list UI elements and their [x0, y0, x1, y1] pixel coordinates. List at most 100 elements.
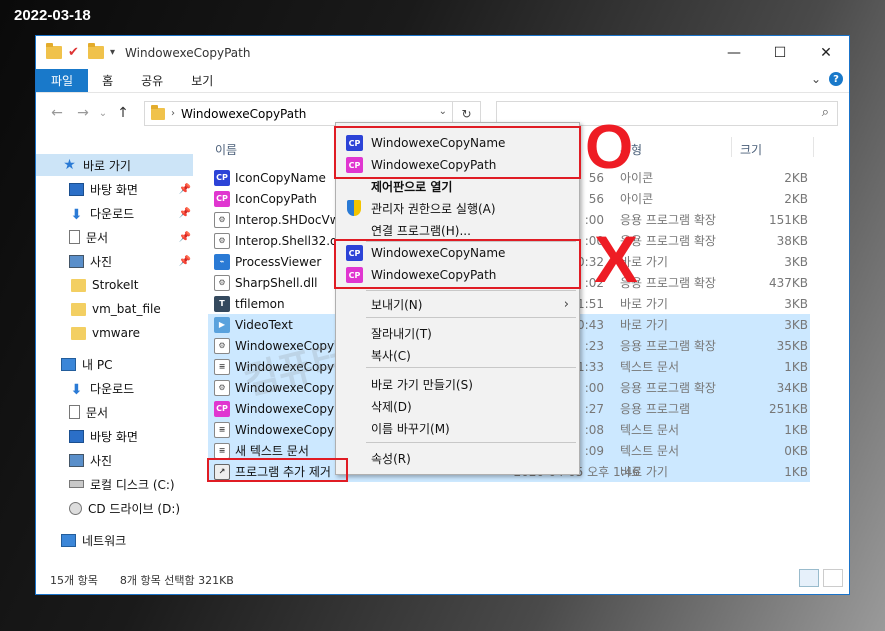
- cd-icon: [69, 501, 82, 515]
- expand-ribbon-icon[interactable]: ⌄: [811, 72, 821, 86]
- menu-item-open-with[interactable]: 연결 프로그램(H)...: [336, 219, 579, 241]
- close-button[interactable]: ✕: [803, 36, 849, 69]
- nav-item-label: 네트워크: [82, 533, 127, 548]
- network-icon: [61, 533, 76, 547]
- maximize-button[interactable]: ☐: [757, 36, 803, 69]
- correct-mark: O: [585, 113, 634, 182]
- nav-item-local-disk[interactable]: 로컬 디스크 (C:): [69, 473, 175, 495]
- nav-item-documents[interactable]: 문서 📌: [69, 226, 193, 248]
- file-size: 38KB: [776, 233, 808, 248]
- folder-icon: [71, 302, 86, 316]
- menu-item-send-to[interactable]: 보내기(N) ›: [336, 293, 579, 315]
- menu-item-label: 관리자 권한으로 실행(A): [371, 201, 496, 216]
- file-size: 437KB: [768, 275, 808, 290]
- menu-item-delete[interactable]: 삭제(D): [336, 395, 579, 417]
- menu-item-label: 속성(R): [371, 451, 411, 466]
- nav-item-vmware[interactable]: vmware: [71, 322, 140, 344]
- column-divider[interactable]: [813, 137, 814, 157]
- large-icons-view-icon[interactable]: [823, 569, 843, 587]
- menu-item-label: 보내기(N): [371, 297, 423, 312]
- nav-item-strokeit[interactable]: StrokeIt: [71, 274, 138, 296]
- column-header-size[interactable]: 크기: [740, 141, 762, 158]
- menu-item-properties[interactable]: 속성(R): [336, 447, 579, 469]
- file-size: 2KB: [784, 170, 808, 185]
- file-size: 1KB: [784, 464, 808, 479]
- desktop-icon: [69, 182, 84, 196]
- file-name: ProcessViewer: [235, 254, 322, 269]
- nav-item-label: 사진: [90, 453, 113, 468]
- tab-home[interactable]: 홈: [88, 69, 127, 92]
- folder-icon: [71, 278, 86, 292]
- nav-item-pc-documents[interactable]: 문서: [69, 401, 108, 423]
- item-count: 15개 항목: [50, 574, 98, 587]
- nav-item-pc-pictures[interactable]: 사진: [69, 449, 112, 471]
- column-divider[interactable]: [731, 137, 732, 157]
- ribbon-tabs: 파일 홈 공유 보기 ⌄ ?: [36, 69, 849, 93]
- file-type: 텍스트 문서: [620, 444, 680, 458]
- dll-file-icon: ⚙: [214, 337, 230, 354]
- nav-item-label: 내 PC: [82, 357, 113, 372]
- nav-item-this-pc[interactable]: 내 PC: [61, 353, 112, 375]
- help-icon[interactable]: ?: [829, 72, 843, 86]
- new-folder-icon[interactable]: [88, 43, 104, 59]
- minimize-button[interactable]: —: [711, 36, 757, 69]
- nav-item-desktop[interactable]: 바탕 화면 📌: [69, 178, 193, 200]
- window-title: WindowexeCopyPath: [125, 45, 251, 60]
- nav-item-quick-access[interactable]: ★ 바로 가기: [36, 154, 193, 176]
- nav-item-pc-downloads[interactable]: ⬇ 다운로드: [69, 377, 135, 399]
- menu-separator: [366, 442, 576, 443]
- breadcrumb-separator-icon: ›: [171, 108, 175, 119]
- file-type: 바로 가기: [620, 318, 668, 332]
- folder-icon: [151, 104, 165, 120]
- properties-icon[interactable]: ✔: [68, 45, 82, 61]
- nav-item-label: StrokeIt: [92, 278, 139, 292]
- menu-item-run-as-admin[interactable]: 관리자 권한으로 실행(A): [336, 197, 579, 219]
- tab-view[interactable]: 보기: [177, 69, 227, 92]
- annotation-box-incorrect: [334, 239, 581, 289]
- recent-locations-icon[interactable]: ⌄: [96, 108, 110, 119]
- nav-item-network[interactable]: 네트워크: [61, 529, 126, 551]
- pin-icon[interactable]: 📌: [179, 208, 191, 219]
- customize-toolbar-icon[interactable]: ▾: [110, 47, 115, 58]
- nav-item-cd-drive[interactable]: CD 드라이브 (D:): [69, 497, 180, 519]
- picture-icon: [69, 453, 84, 467]
- file-type: 응용 프로그램 확장: [620, 381, 716, 395]
- menu-item-label: 복사(C): [371, 348, 411, 363]
- tab-share[interactable]: 공유: [127, 69, 177, 92]
- nav-item-downloads[interactable]: ⬇ 다운로드 📌: [69, 202, 193, 224]
- breadcrumb-path[interactable]: WindowexeCopyPath: [181, 107, 306, 121]
- file-size: 0KB: [784, 443, 808, 458]
- menu-item-create-shortcut[interactable]: 바로 가기 만들기(S): [336, 373, 579, 395]
- shield-icon: [347, 200, 361, 216]
- file-name: IconCopyPath: [235, 191, 317, 206]
- menu-item-rename[interactable]: 이름 바꾸기(M): [336, 417, 579, 439]
- details-view-icon[interactable]: [799, 569, 819, 587]
- file-size: 1KB: [784, 359, 808, 374]
- disk-icon: [69, 480, 84, 488]
- back-arrow-icon[interactable]: ←: [44, 105, 70, 121]
- folder-icon: [71, 326, 86, 340]
- pin-icon[interactable]: 📌: [179, 184, 191, 195]
- up-arrow-icon[interactable]: ↑: [110, 105, 136, 121]
- file-name: IconCopyName: [235, 170, 326, 185]
- menu-item-copy[interactable]: 복사(C): [336, 344, 579, 366]
- pin-icon[interactable]: 📌: [179, 256, 191, 267]
- nav-item-pc-desktop[interactable]: 바탕 화면: [69, 425, 138, 447]
- menu-item-cut[interactable]: 잘라내기(T): [336, 322, 579, 344]
- navigation-pane: ★ 바로 가기 바탕 화면 📌 ⬇ 다운로드 📌 문서 📌 사진 📌 Strok…: [36, 148, 196, 568]
- file-name: WindowexeCopyN: [235, 359, 335, 374]
- nav-item-label: 사진: [90, 254, 113, 269]
- file-type: 응용 프로그램: [620, 402, 691, 416]
- column-header-name[interactable]: 이름: [215, 141, 237, 158]
- forward-arrow-icon[interactable]: →: [70, 105, 96, 121]
- pin-icon[interactable]: 📌: [179, 232, 191, 243]
- address-dropdown-icon[interactable]: ⌄: [439, 106, 447, 117]
- file-size: 35KB: [776, 338, 808, 353]
- file-size: 2KB: [784, 191, 808, 206]
- nav-item-label: 다운로드: [90, 381, 135, 396]
- nav-item-pictures[interactable]: 사진 📌: [69, 250, 193, 272]
- menu-item-label: 잘라내기(T): [371, 326, 432, 341]
- tab-file[interactable]: 파일: [36, 69, 89, 92]
- nav-item-vm-bat-file[interactable]: vm_bat_file: [71, 298, 161, 320]
- file-name: 새 텍스트 문서: [235, 444, 309, 458]
